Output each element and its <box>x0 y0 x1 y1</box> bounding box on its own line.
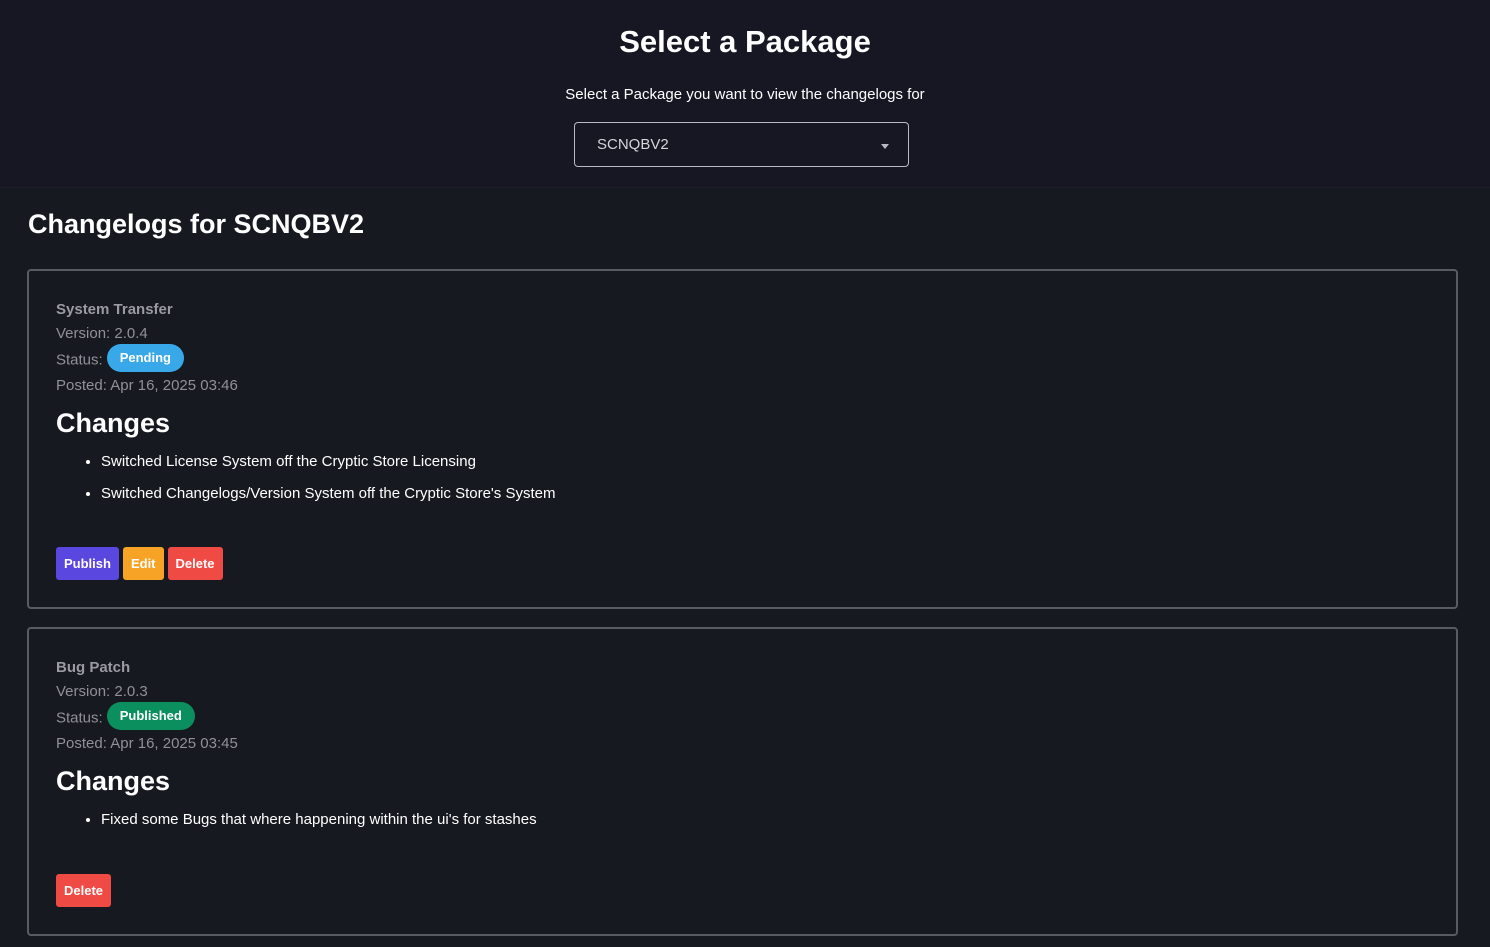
edit-button[interactable]: Edit <box>122 547 164 580</box>
page-title: Changelogs for SCNQBV2 <box>28 209 365 239</box>
version-line: Version: 2.0.3 <box>56 682 148 702</box>
package-select[interactable]: SCNQBV2 <box>574 122 909 167</box>
changelog-actions: Publish Edit Delete <box>56 547 223 580</box>
status-label: Status: <box>56 709 103 727</box>
package-select-header: Select a Package Select a Package you wa… <box>0 0 1490 188</box>
posted-line: Posted: Apr 16, 2025 03:45 <box>56 734 238 754</box>
changelog-card: Bug Patch Version: 2.0.3 Status: Publishe… <box>27 627 1458 936</box>
change-item: Switched License System off the Cryptic … <box>101 452 555 472</box>
posted-value: Apr 16, 2025 03:46 <box>110 377 238 394</box>
changelog-title: Bug Patch <box>56 659 131 676</box>
caret-down-icon <box>881 144 889 149</box>
changelog-title: System Transfer <box>56 301 173 318</box>
publish-button[interactable]: Publish <box>56 547 119 580</box>
version-value: 2.0.3 <box>114 683 148 700</box>
version-line: Version: 2.0.4 <box>56 324 148 344</box>
header-subtitle: Select a Package you want to view the ch… <box>565 86 925 103</box>
version-label: Version: <box>56 325 111 342</box>
status-line: Status: Pending <box>56 344 184 372</box>
delete-button[interactable]: Delete <box>167 547 223 580</box>
changes-heading: Changes <box>56 766 171 796</box>
changes-list: Switched License System off the Cryptic … <box>56 452 555 516</box>
change-item: Switched Changelogs/Version System off t… <box>101 484 555 504</box>
change-item: Fixed some Bugs that where happening wit… <box>101 810 537 830</box>
header-title: Select a Package <box>619 24 871 59</box>
status-badge: Published <box>106 702 195 730</box>
status-label: Status: <box>56 351 103 369</box>
changelog-actions: Delete <box>56 874 112 907</box>
posted-label: Posted: <box>56 377 107 394</box>
posted-line: Posted: Apr 16, 2025 03:46 <box>56 376 238 396</box>
changes-heading: Changes <box>56 408 171 438</box>
changes-list: Fixed some Bugs that where happening wit… <box>56 810 537 842</box>
posted-label: Posted: <box>56 735 107 752</box>
version-value: 2.0.4 <box>114 325 148 342</box>
posted-value: Apr 16, 2025 03:45 <box>110 735 238 752</box>
version-label: Version: <box>56 683 111 700</box>
delete-button[interactable]: Delete <box>56 874 112 907</box>
package-select-value: SCNQBV2 <box>597 136 669 153</box>
status-line: Status: Published <box>56 702 195 730</box>
changelog-card: System Transfer Version: 2.0.4 Status: Pe… <box>27 269 1458 609</box>
status-badge: Pending <box>106 344 184 372</box>
